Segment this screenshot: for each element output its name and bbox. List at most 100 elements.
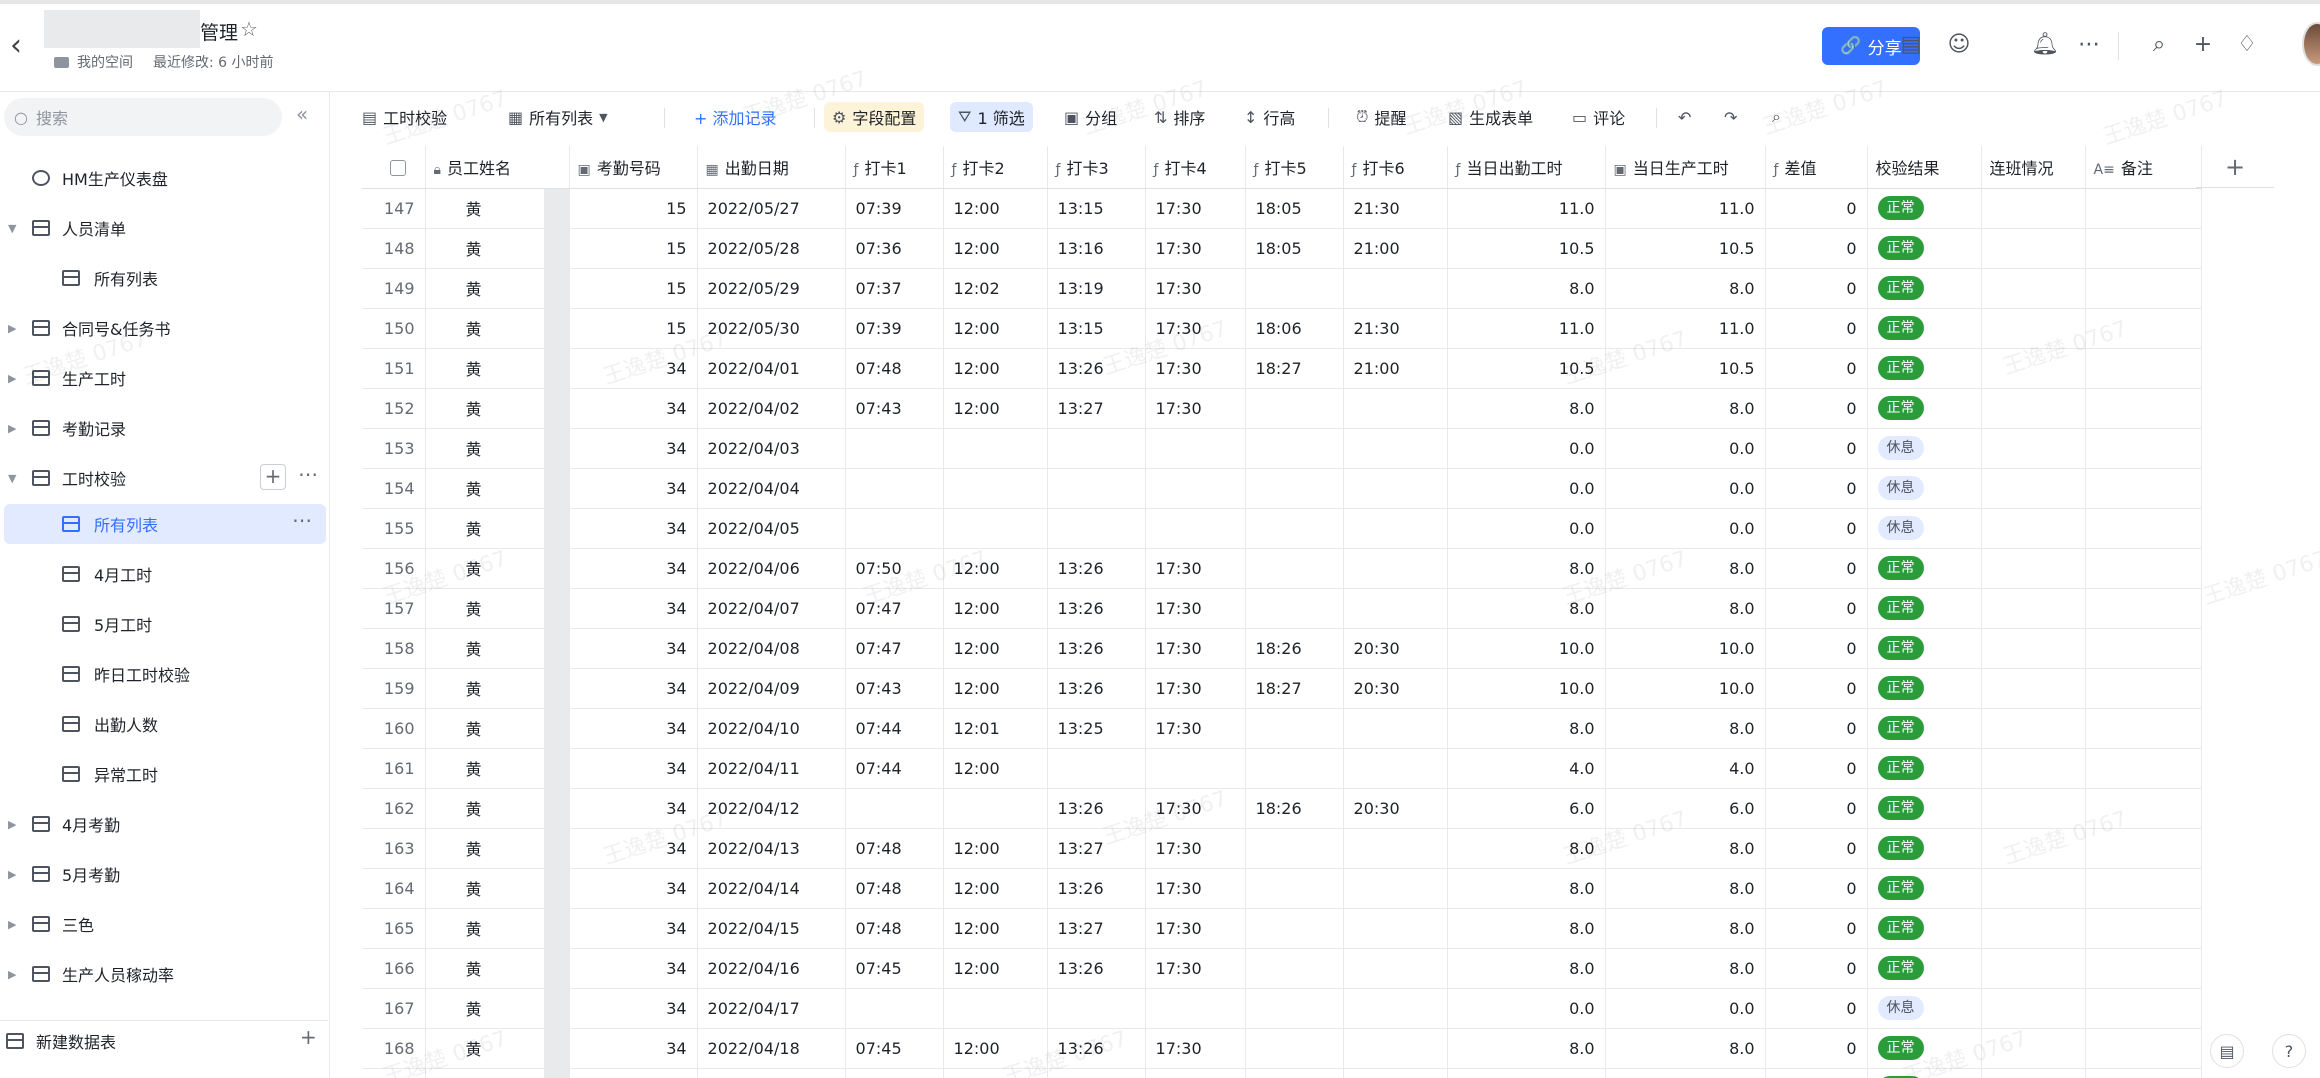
cell-c1[interactable]: [845, 788, 944, 829]
field-config-button[interactable]: ⚙ 字段配置: [824, 102, 925, 132]
employee-name-cell[interactable]: 黄: [425, 948, 570, 989]
check-result-cell[interactable]: 正常: [1867, 588, 1982, 629]
cell-c2[interactable]: 12:00: [943, 1028, 1048, 1069]
cell-c3[interactable]: 13:26: [1047, 948, 1146, 989]
check-result-cell[interactable]: 休息: [1867, 428, 1982, 469]
cell-c3[interactable]: 13:19: [1047, 268, 1146, 309]
cell-att[interactable]: 4.0: [1447, 748, 1606, 789]
cell-c1[interactable]: 07:47: [845, 588, 944, 629]
sidebar-item-headcount[interactable]: 出勤人数: [0, 704, 328, 744]
continuous-shift-cell[interactable]: [1981, 908, 2086, 949]
cell-c3[interactable]: [1047, 428, 1146, 469]
cell-c2[interactable]: 12:00: [943, 828, 1048, 869]
table-row[interactable]: 161 黄 34 2022/04/11 07:44 12:00 4.0 4.0 0 正常: [362, 748, 2202, 789]
cell-prod[interactable]: 10.0: [1605, 628, 1766, 669]
cell-c5[interactable]: [1245, 948, 1344, 989]
cell-c3[interactable]: 13:26: [1047, 868, 1146, 909]
cell-c4[interactable]: [1145, 428, 1246, 469]
cell-c3[interactable]: 13:27: [1047, 908, 1146, 949]
cell-att[interactable]: 8.0: [1447, 1068, 1606, 1078]
remark-cell[interactable]: [2085, 788, 2202, 829]
cell-date[interactable]: 2022/04/01: [697, 348, 846, 389]
cell-diff[interactable]: 0: [1765, 628, 1868, 669]
cell-att[interactable]: 0.0: [1447, 508, 1606, 549]
cell-c5[interactable]: [1245, 1028, 1344, 1069]
cell-c5[interactable]: 18:26: [1245, 628, 1344, 669]
cell-id[interactable]: 34: [569, 1028, 698, 1069]
column-header[interactable]: 校验结果: [1867, 146, 1982, 189]
cell-c5[interactable]: [1245, 508, 1344, 549]
sidebar-item-dashboard[interactable]: HM生产仪表盘: [0, 158, 328, 198]
cell-c6[interactable]: 20:30: [1343, 788, 1448, 829]
table-row[interactable]: 154 黄 34 2022/04/04 0.0 0.0 0 休息: [362, 468, 2202, 509]
continuous-shift-cell[interactable]: [1981, 628, 2086, 669]
column-header[interactable]: ƒ 差值: [1765, 146, 1868, 189]
cell-id[interactable]: 34: [569, 628, 698, 669]
cell-id[interactable]: 34: [569, 508, 698, 549]
cell-c6[interactable]: [1343, 908, 1448, 949]
cell-att[interactable]: 10.0: [1447, 628, 1606, 669]
cell-date[interactable]: 2022/04/17: [697, 988, 846, 1029]
caret-right-icon[interactable]: ▶: [8, 918, 16, 931]
cell-id[interactable]: 34: [569, 348, 698, 389]
column-header[interactable]: ƒ 打卡1: [845, 146, 944, 189]
cell-date[interactable]: 2022/05/27: [697, 188, 846, 229]
cell-c5[interactable]: [1245, 748, 1344, 789]
cell-c2[interactable]: 12:00: [943, 748, 1048, 789]
cell-c1[interactable]: 07:43: [845, 388, 944, 429]
table-row[interactable]: 168 黄 34 2022/04/18 07:45 12:00 13:26 17:30 8.0 8…: [362, 1028, 2202, 1069]
cell-c3[interactable]: 13:15: [1047, 188, 1146, 229]
table-row[interactable]: 167 黄 34 2022/04/17 0.0 0.0 0 休息: [362, 988, 2202, 1029]
cell-c4[interactable]: 17:30: [1145, 268, 1246, 309]
table-name[interactable]: ▤ 工时校验: [354, 102, 455, 132]
cell-att[interactable]: 8.0: [1447, 828, 1606, 869]
cell-c5[interactable]: 18:27: [1245, 668, 1344, 709]
check-result-cell[interactable]: 正常: [1867, 268, 1982, 309]
cell-diff[interactable]: 0: [1765, 708, 1868, 749]
employee-name-cell[interactable]: 黄: [425, 428, 570, 469]
cell-c2[interactable]: [943, 508, 1048, 549]
help-bulb-icon[interactable]: ♢: [2232, 28, 2262, 62]
cell-c4[interactable]: [1145, 468, 1246, 509]
employee-name-cell[interactable]: 黄: [425, 268, 570, 309]
remark-cell[interactable]: [2085, 268, 2202, 309]
continuous-shift-cell[interactable]: [1981, 508, 2086, 549]
employee-name-cell[interactable]: 黄: [425, 388, 570, 429]
check-result-cell[interactable]: 正常: [1867, 1068, 1982, 1078]
remark-cell[interactable]: [2085, 908, 2202, 949]
cell-c1[interactable]: [845, 988, 944, 1029]
table-row[interactable]: 165 黄 34 2022/04/15 07:48 12:00 13:27 17:30 8.0 8…: [362, 908, 2202, 949]
cell-c1[interactable]: 07:36: [845, 228, 944, 269]
cell-c3[interactable]: 13:27: [1047, 388, 1146, 429]
sidebar-item-april-hours[interactable]: 4月工时: [0, 554, 328, 594]
cell-c3[interactable]: 13:25: [1047, 708, 1146, 749]
cell-c3[interactable]: 13:26: [1047, 548, 1146, 589]
cell-date[interactable]: 2022/04/09: [697, 668, 846, 709]
cell-diff[interactable]: 0: [1765, 748, 1868, 789]
cell-c2[interactable]: 12:00: [943, 908, 1048, 949]
cell-att[interactable]: 10.0: [1447, 668, 1606, 709]
cell-diff[interactable]: 0: [1765, 1068, 1868, 1078]
cell-c2[interactable]: [943, 788, 1048, 829]
table-row[interactable]: 152 黄 34 2022/04/02 07:43 12:00 13:27 17:30 8.0 8…: [362, 388, 2202, 429]
cell-date[interactable]: 2022/04/04: [697, 468, 846, 509]
caret-right-icon[interactable]: ▶: [8, 422, 16, 435]
check-result-cell[interactable]: 正常: [1867, 348, 1982, 389]
continuous-shift-cell[interactable]: [1981, 588, 2086, 629]
cell-diff[interactable]: 0: [1765, 988, 1868, 1029]
continuous-shift-cell[interactable]: [1981, 1028, 2086, 1069]
check-result-cell[interactable]: 休息: [1867, 468, 1982, 509]
check-result-cell[interactable]: 正常: [1867, 908, 1982, 949]
cell-c2[interactable]: 12:00: [943, 668, 1048, 709]
continuous-shift-cell[interactable]: [1981, 868, 2086, 909]
cell-diff[interactable]: 0: [1765, 1028, 1868, 1069]
cell-c6[interactable]: [1343, 988, 1448, 1029]
cell-c3[interactable]: [1047, 988, 1146, 1029]
cell-c6[interactable]: [1343, 548, 1448, 589]
caret-right-icon[interactable]: ▶: [8, 372, 16, 385]
cell-id[interactable]: 34: [569, 828, 698, 869]
employee-name-cell[interactable]: 黄: [425, 868, 570, 909]
cell-c6[interactable]: [1343, 748, 1448, 789]
cell-c1[interactable]: 07:48: [845, 828, 944, 869]
caret-down-icon[interactable]: ▼: [8, 472, 16, 485]
